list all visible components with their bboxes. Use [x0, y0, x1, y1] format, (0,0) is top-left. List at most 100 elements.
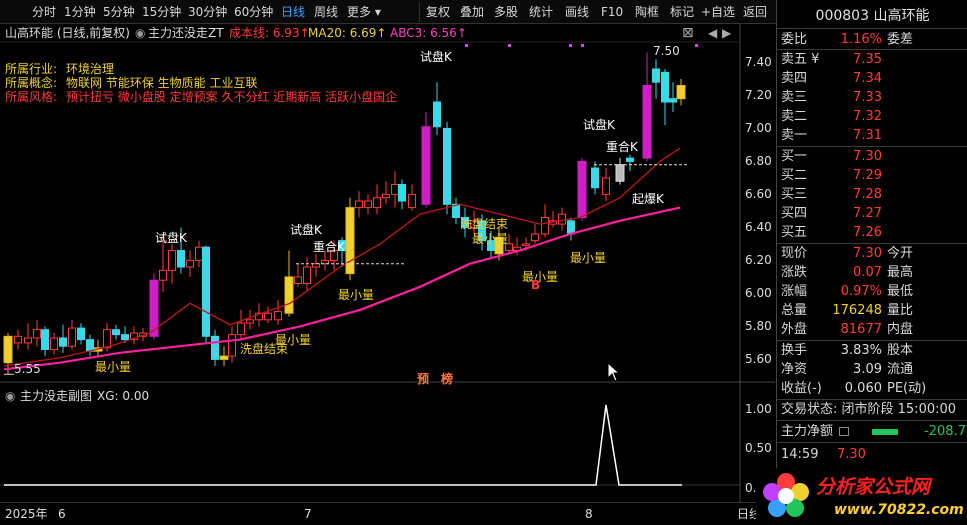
candle-body — [398, 184, 406, 202]
signal-dot — [581, 44, 584, 47]
tab-daily[interactable]: 日线 — [281, 4, 305, 21]
sub-chart-icon[interactable]: ◉ — [5, 389, 15, 403]
candle-body — [59, 337, 67, 347]
sub-chart-name[interactable]: 主力没走副图 — [20, 389, 92, 403]
candle-body — [541, 217, 549, 235]
candle-body — [284, 276, 294, 314]
stat-row: 换手 3.83% 股本 — [781, 343, 914, 358]
add-favorite-button[interactable]: +自选 — [701, 4, 735, 21]
chart-stock-label: 山高环能 (日线,前复权) — [5, 26, 130, 40]
tab-30min[interactable]: 30分钟 — [188, 4, 227, 21]
net-flow-bar — [872, 429, 898, 435]
stat-row: 外盘 81677 内盘 — [781, 322, 914, 337]
price-tick: 5.60 — [745, 352, 772, 366]
candle-body — [195, 246, 203, 261]
indicator-name[interactable]: 主力还没走ZT — [148, 26, 224, 40]
candle-body — [33, 329, 41, 339]
tongji-button[interactable]: 统计 — [529, 4, 553, 21]
panel-toggle-button[interactable]: 陶框 — [635, 4, 659, 21]
kline-chart[interactable]: 山高环能 (日线,前复权) ◉ 主力还没走ZT 成本线: 6.93↑ MA20:… — [0, 24, 775, 502]
candle-body — [3, 335, 13, 364]
diejia-button[interactable]: 叠加 — [460, 4, 484, 21]
tab-1min[interactable]: 1分钟 — [64, 4, 96, 21]
ask-row[interactable]: 卖三 7.33 — [777, 88, 967, 107]
weibi-row: 委比 1.16% 委差 — [781, 32, 914, 47]
next-arrow-icon[interactable]: ▶ — [722, 26, 731, 40]
candle-body — [421, 126, 431, 205]
ask-row[interactable]: 卖五 ¥7.35 — [777, 50, 967, 69]
concept-value: 物联网 节能环保 生物质能 工业互联 — [66, 76, 258, 90]
signal-dot — [465, 44, 468, 47]
candle-body — [168, 250, 176, 271]
price-tick: 6.60 — [745, 187, 772, 201]
stat-row: 净资 3.09 流通 — [781, 362, 914, 377]
buy-signal-mark: B — [531, 278, 541, 292]
candle-body — [211, 335, 219, 360]
bid-row[interactable]: 买三 7.28 — [777, 185, 967, 204]
price-tick: 7.00 — [745, 121, 772, 135]
tick-row: 14:59 7.30 — [781, 447, 866, 462]
price-tick: 5.80 — [745, 319, 772, 333]
min-volume-label: 最小量 — [338, 288, 375, 302]
f10-button[interactable]: F10 — [601, 4, 623, 21]
ask-row[interactable]: 卖四 7.34 — [777, 69, 967, 88]
stat-row: 涨跌 0.07 最高 — [781, 265, 914, 280]
price-tick: 6.40 — [745, 220, 772, 234]
fuquan-button[interactable]: 复权 — [426, 4, 450, 21]
tab-fenshi[interactable]: 分时 — [32, 4, 56, 21]
huaxian-button[interactable]: 画线 — [565, 4, 589, 21]
style-value: 预计扭亏 微小盘股 定增预案 久不分红 近期新高 活跃小盘国企 — [66, 90, 398, 104]
dropdown-icon[interactable]: ◉ — [135, 26, 145, 40]
candle-body — [443, 127, 451, 205]
washout-end-label: 洗盘结束 — [460, 217, 509, 231]
tab-15min[interactable]: 15分钟 — [142, 4, 181, 21]
watermark-title: 分析家公式网 — [816, 476, 931, 498]
candle-body — [186, 259, 194, 268]
signal-dot — [508, 44, 511, 47]
candle-body — [24, 337, 32, 344]
bid-row[interactable]: 买五 7.26 — [777, 223, 967, 242]
bang-badge[interactable]: 榜 — [441, 372, 453, 386]
watermark-url: www.70822.com — [834, 502, 964, 518]
candle-body — [558, 213, 566, 225]
candle-body — [408, 193, 416, 209]
tab-more[interactable]: 更多 ▾ — [347, 4, 381, 21]
duogu-button[interactable]: 多股 — [494, 4, 518, 21]
mouse-cursor-icon — [607, 362, 621, 382]
bid-row[interactable]: 买一 7.30 — [777, 147, 967, 166]
candle-body — [177, 250, 185, 268]
candle-body — [103, 329, 111, 349]
back-button[interactable]: 返回 — [743, 4, 767, 21]
candle-body — [676, 85, 686, 100]
candle-body — [433, 101, 441, 128]
industry-value: 环境治理 — [66, 62, 115, 76]
tab-5min[interactable]: 5分钟 — [103, 4, 135, 21]
candle-body — [112, 329, 120, 336]
yu-badge[interactable]: 预 — [417, 372, 429, 386]
candle-body — [294, 276, 302, 284]
stock-title: 000803 山高环能 — [815, 8, 930, 24]
low-price-label: 5.55 — [14, 362, 41, 376]
candle-body — [274, 311, 282, 321]
close-icon[interactable]: ⊠ — [682, 26, 694, 40]
biaoji-button[interactable]: 标记 — [670, 4, 694, 21]
ask-row[interactable]: 卖二 7.32 — [777, 107, 967, 126]
date-axis: 2025年 6 7 8 日线 — [0, 502, 776, 525]
tab-60min[interactable]: 60分钟 — [234, 4, 273, 21]
overlap-k-label: 重合K — [313, 240, 345, 254]
bid-row[interactable]: 买二 7.29 — [777, 166, 967, 185]
list-icon[interactable] — [839, 427, 849, 436]
abc3-value: ABC3: 6.56↑ — [390, 26, 467, 40]
ask-row[interactable]: 卖一 7.31 — [777, 126, 967, 145]
tab-weekly[interactable]: 周线 — [314, 4, 338, 21]
washout-end-label: 洗盘结束 — [240, 342, 289, 356]
candle-body — [237, 322, 245, 336]
candle-body — [77, 327, 85, 341]
quote-panel: 000803 山高环能 委比 1.16% 委差 卖五 ¥7.35 卖四 7.34 … — [776, 0, 967, 525]
bid-row[interactable]: 买四 7.27 — [777, 204, 967, 223]
stat-row: 涨幅 0.97% 最低 — [781, 284, 914, 299]
candle-body — [391, 184, 399, 195]
candle-body — [591, 167, 599, 189]
prev-arrow-icon[interactable]: ◀ — [708, 26, 717, 40]
toolbar-divider — [419, 2, 420, 22]
